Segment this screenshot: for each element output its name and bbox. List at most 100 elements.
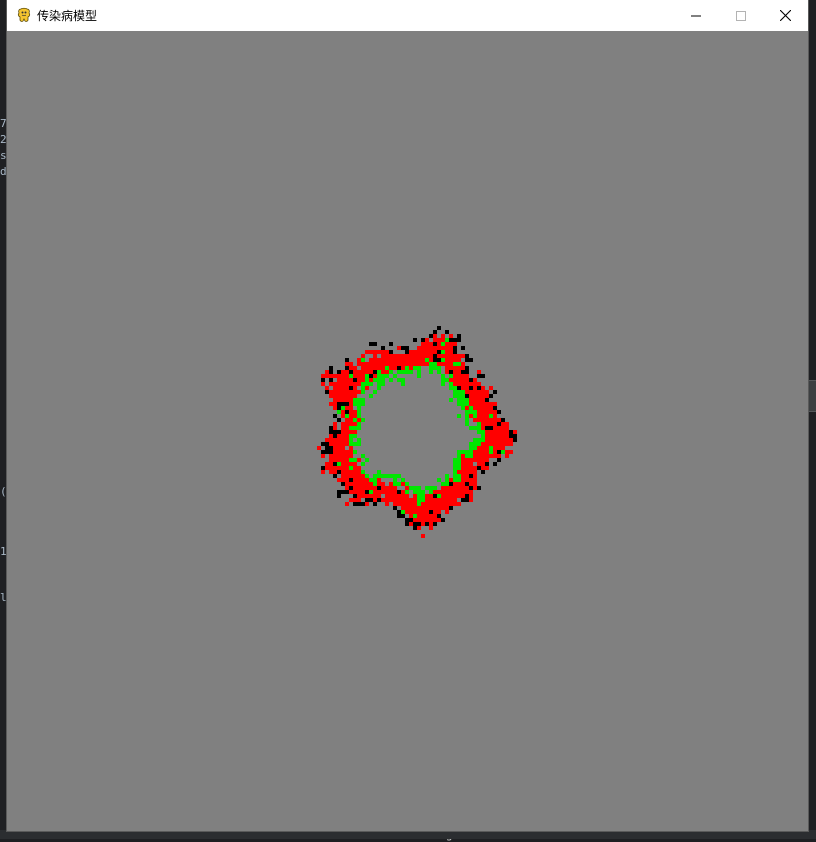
grid-cell [373, 498, 377, 502]
grid-cell [357, 442, 361, 446]
grid-cell [429, 342, 433, 346]
grid-cell [345, 406, 349, 410]
grid-cell [445, 486, 449, 490]
grid-cell [357, 406, 361, 410]
grid-cell [473, 478, 477, 482]
grid-cell [365, 474, 369, 478]
grid-cell [441, 350, 445, 354]
grid-cell [361, 390, 365, 394]
simulation-canvas[interactable] [7, 31, 808, 831]
grid-cell [441, 482, 445, 486]
grid-cell [449, 498, 453, 502]
maximize-icon [735, 10, 746, 21]
grid-cell [501, 442, 505, 446]
grid-cell [477, 466, 481, 470]
grid-cell [509, 442, 513, 446]
grid-cell [353, 494, 357, 498]
grid-cell [357, 402, 361, 406]
grid-cell [349, 450, 353, 454]
grid-cell [465, 498, 469, 502]
close-button[interactable] [763, 0, 808, 31]
grid-cell [369, 374, 373, 378]
grid-cell [357, 458, 361, 462]
grid-cell [345, 478, 349, 482]
grid-cell [497, 458, 501, 462]
grid-cell [473, 474, 477, 478]
grid-cell [481, 410, 485, 414]
grid-cell [405, 510, 409, 514]
grid-cell [345, 438, 349, 442]
grid-cell [357, 374, 361, 378]
grid-cell [361, 482, 365, 486]
grid-cell [353, 466, 357, 470]
grid-cell [425, 510, 429, 514]
infection-grid [317, 326, 517, 538]
grid-cell [345, 398, 349, 402]
grid-cell [453, 394, 457, 398]
grid-cell [373, 342, 377, 346]
grid-cell [353, 414, 357, 418]
grid-cell [365, 374, 369, 378]
grid-cell [333, 470, 337, 474]
grid-cell [341, 390, 345, 394]
grid-cell [493, 414, 497, 418]
grid-cell [489, 394, 493, 398]
grid-cell [421, 354, 425, 358]
grid-cell [325, 446, 329, 450]
grid-cell [489, 418, 493, 422]
grid-cell [441, 498, 445, 502]
grid-cell [389, 350, 393, 354]
grid-cell [373, 390, 377, 394]
grid-cell [409, 366, 413, 370]
grid-cell [377, 494, 381, 498]
grid-cell [329, 430, 333, 434]
grid-cell [481, 446, 485, 450]
grid-cell [481, 426, 485, 430]
grid-cell [461, 394, 465, 398]
grid-cell [445, 498, 449, 502]
grid-cell [345, 474, 349, 478]
grid-cell [337, 370, 341, 374]
grid-cell [509, 430, 513, 434]
grid-cell [381, 366, 385, 370]
grid-cell [477, 438, 481, 442]
grid-cell [501, 426, 505, 430]
grid-cell [473, 466, 477, 470]
grid-cell [385, 474, 389, 478]
grid-cell [405, 518, 409, 522]
grid-cell [481, 430, 485, 434]
grid-cell [469, 358, 473, 362]
grid-cell [401, 502, 405, 506]
grid-cell [493, 454, 497, 458]
grid-cell [349, 454, 353, 458]
grid-cell [349, 490, 353, 494]
grid-cell [401, 514, 405, 518]
grid-cell [329, 394, 333, 398]
grid-cell [417, 350, 421, 354]
grid-cell [465, 470, 469, 474]
title-bar[interactable]: 传染病模型 [7, 0, 808, 32]
grid-cell [353, 458, 357, 462]
grid-cell [353, 462, 357, 466]
grid-cell [473, 382, 477, 386]
grid-cell [497, 422, 501, 426]
grid-cell [469, 410, 473, 414]
grid-cell [433, 354, 437, 358]
grid-cell [433, 514, 437, 518]
grid-cell [389, 366, 393, 370]
grid-cell [413, 354, 417, 358]
grid-cell [385, 486, 389, 490]
grid-cell [405, 506, 409, 510]
grid-cell [429, 354, 433, 358]
minimize-button[interactable] [673, 0, 718, 31]
grid-cell [441, 358, 445, 362]
grid-cell [465, 406, 469, 410]
grid-cell [333, 390, 337, 394]
grid-cell [329, 466, 333, 470]
grid-cell [345, 490, 349, 494]
grid-cell [357, 466, 361, 470]
grid-cell [437, 518, 441, 522]
maximize-button[interactable] [718, 0, 763, 31]
grid-cell [433, 334, 437, 338]
grid-cell [433, 502, 437, 506]
